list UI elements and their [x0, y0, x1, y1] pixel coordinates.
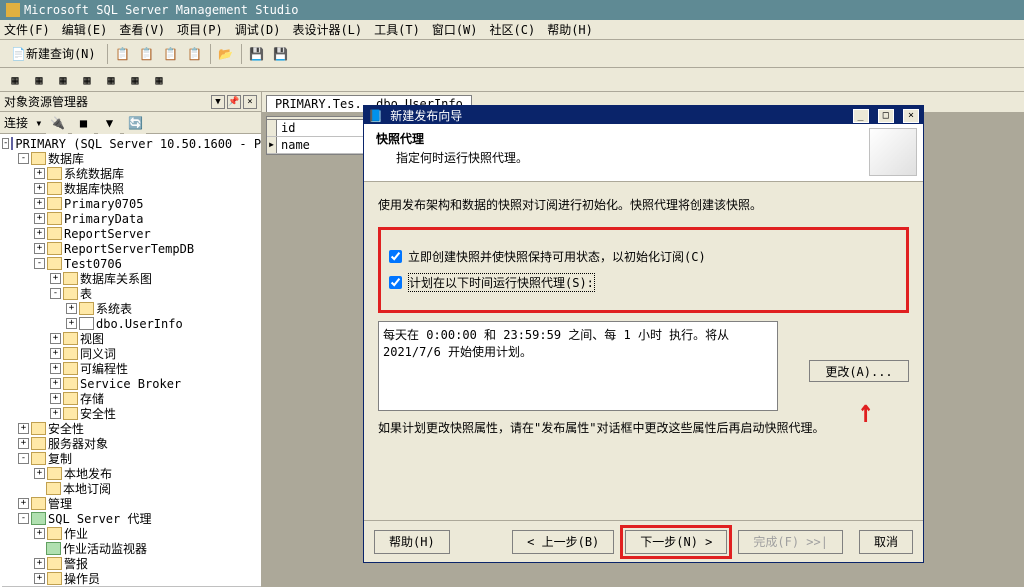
- explorer-toolbar: 连接 ▾ 🔌 ■ ▼ 🔄: [0, 112, 261, 134]
- tb2-2[interactable]: ▦: [28, 69, 50, 91]
- tb2-3[interactable]: ▦: [52, 69, 74, 91]
- chk-schedule-agent-label: 计划在以下时间运行快照代理(S):: [408, 273, 595, 292]
- tree-programmability[interactable]: 可编程性: [80, 360, 128, 377]
- explorer-tree[interactable]: -PRIMARY (SQL Server 10.50.1600 - PRIMAR…: [0, 134, 261, 587]
- new-query-button[interactable]: 📄 新建查询(N): [4, 43, 103, 65]
- save-icon[interactable]: 💾: [246, 43, 268, 65]
- annotation-arrow-icon: ↑: [858, 392, 873, 430]
- maximize-icon[interactable]: □: [878, 109, 894, 123]
- explorer-title: 对象资源管理器: [4, 93, 88, 110]
- cancel-button[interactable]: 取消: [859, 530, 913, 554]
- tb2-1[interactable]: ▦: [4, 69, 26, 91]
- minimize-icon[interactable]: _: [853, 109, 869, 123]
- chk-schedule-agent[interactable]: 计划在以下时间运行快照代理(S):: [389, 273, 898, 292]
- saveall-icon[interactable]: 💾: [270, 43, 292, 65]
- tree-rstemp[interactable]: ReportServerTempDB: [64, 242, 194, 256]
- chk-create-snapshot-label: 立即创建快照并使快照保持可用状态，以初始化订阅(C): [408, 248, 706, 265]
- next-highlight: 下一步(N) >: [620, 525, 732, 559]
- wizard-body: 使用发布架构和数据的快照对订阅进行初始化。快照代理将创建该快照。 立即创建快照并…: [364, 182, 923, 520]
- tree-systables[interactable]: 系统表: [96, 300, 132, 317]
- toolbar-sep: [241, 44, 242, 64]
- wizard-subheading: 指定何时运行快照代理。: [396, 149, 911, 166]
- menu-designer[interactable]: 表设计器(L): [292, 21, 362, 38]
- tree-tables[interactable]: 表: [80, 285, 92, 302]
- col-id[interactable]: id: [281, 121, 295, 135]
- menu-tools[interactable]: 工具(T): [374, 21, 420, 38]
- chk-create-snapshot[interactable]: 立即创建快照并使快照保持可用状态，以初始化订阅(C): [389, 248, 898, 265]
- tb2-7[interactable]: ▦: [148, 69, 170, 91]
- menu-window[interactable]: 窗口(W): [432, 21, 478, 38]
- wizard-footer: 帮助(H) < 上一步(B) 下一步(N) > 完成(F) >>| 取消: [364, 520, 923, 562]
- app-icon: [6, 3, 20, 17]
- tree-server[interactable]: PRIMARY (SQL Server 10.50.1600 - PRIMARY: [15, 137, 261, 151]
- exp-tb-1[interactable]: 🔌: [46, 112, 68, 134]
- menubar: 文件(F) 编辑(E) 查看(V) 项目(P) 调试(D) 表设计器(L) 工具…: [0, 20, 1024, 40]
- tb2-6[interactable]: ▦: [124, 69, 146, 91]
- chk-create-snapshot-input[interactable]: [389, 250, 402, 263]
- pin-icon[interactable]: 📌: [227, 95, 241, 109]
- toolbar-secondary: ▦ ▦ ▦ ▦ ▦ ▦ ▦: [0, 68, 1024, 92]
- menu-project[interactable]: 项目(P): [177, 21, 223, 38]
- close-icon[interactable]: ×: [903, 109, 919, 123]
- schedule-textbox: 每天在 0:00:00 和 23:59:59 之间、每 1 小时 执行。将从 2…: [378, 321, 778, 411]
- tb-icon3[interactable]: 📋: [160, 43, 182, 65]
- tree-p0705[interactable]: Primary0705: [64, 197, 143, 211]
- chk-schedule-agent-input[interactable]: [389, 276, 402, 289]
- menu-help[interactable]: 帮助(H): [547, 21, 593, 38]
- explorer-header: 对象资源管理器 ▼ 📌 ×: [0, 92, 261, 112]
- open-icon[interactable]: 📂: [215, 43, 237, 65]
- change-button[interactable]: 更改(A)...: [809, 360, 909, 382]
- tree-rs[interactable]: ReportServer: [64, 227, 151, 241]
- app-titlebar: Microsoft SQL Server Management Studio: [0, 0, 1024, 20]
- menu-view[interactable]: 查看(V): [119, 21, 165, 38]
- toolbar-main: 📄 新建查询(N) 📋 📋 📋 📋 📂 💾 💾: [0, 40, 1024, 68]
- wizard-heading: 快照代理: [376, 130, 911, 147]
- wizard-icon: 📘: [368, 109, 383, 123]
- wizard-page-icon: [869, 128, 917, 176]
- connect-dropdown[interactable]: 连接 ▾: [4, 114, 42, 131]
- tree-dbsnap[interactable]: 数据库快照: [64, 180, 124, 197]
- tb2-5[interactable]: ▦: [100, 69, 122, 91]
- tb-icon4[interactable]: 📋: [184, 43, 206, 65]
- wizard-intro: 使用发布架构和数据的快照对订阅进行初始化。快照代理将创建该快照。: [378, 196, 909, 213]
- close-icon[interactable]: ×: [243, 95, 257, 109]
- result-grid[interactable]: id ▸name: [266, 116, 366, 155]
- toolbar-sep: [210, 44, 211, 64]
- next-button[interactable]: 下一步(N) >: [625, 530, 727, 554]
- menu-edit[interactable]: 编辑(E): [62, 21, 108, 38]
- wizard-note: 如果计划更改快照属性，请在"发布属性"对话框中更改这些属性后再启动快照代理。: [378, 419, 909, 436]
- app-title: Microsoft SQL Server Management Studio: [24, 3, 299, 17]
- toolbar-sep: [107, 44, 108, 64]
- exp-tb-3[interactable]: ▼: [98, 112, 120, 134]
- checkbox-highlight-group: 立即创建快照并使快照保持可用状态，以初始化订阅(C) 计划在以下时间运行快照代理…: [378, 227, 909, 313]
- tree-sb[interactable]: Service Broker: [80, 377, 181, 391]
- tb2-4[interactable]: ▦: [76, 69, 98, 91]
- back-button[interactable]: < 上一步(B): [512, 530, 614, 554]
- wizard-titlebar[interactable]: 📘 新建发布向导 _ □ ×: [364, 106, 923, 124]
- tb-icon1[interactable]: 📋: [112, 43, 134, 65]
- wizard-header: 快照代理 指定何时运行快照代理。: [364, 124, 923, 182]
- tb-icon2[interactable]: 📋: [136, 43, 158, 65]
- wizard-title: 新建发布向导: [390, 109, 462, 123]
- help-button[interactable]: 帮助(H): [374, 530, 450, 554]
- menu-file[interactable]: 文件(F): [4, 21, 50, 38]
- tree-security[interactable]: 安全性: [80, 405, 116, 422]
- finish-button: 完成(F) >>|: [738, 530, 843, 554]
- tree-test[interactable]: Test0706: [64, 257, 122, 271]
- object-explorer-panel: 对象资源管理器 ▼ 📌 × 连接 ▾ 🔌 ■ ▼ 🔄 -PRIMARY (SQL…: [0, 92, 262, 587]
- exp-tb-4[interactable]: 🔄: [124, 112, 146, 134]
- tree-pdata[interactable]: PrimaryData: [64, 212, 143, 226]
- menu-community[interactable]: 社区(C): [490, 21, 536, 38]
- explorer-window-buttons: ▼ 📌 ×: [211, 95, 257, 109]
- tree-userinfo[interactable]: dbo.UserInfo: [96, 317, 183, 331]
- new-publication-wizard: 📘 新建发布向导 _ □ × 快照代理 指定何时运行快照代理。 使用发布架构和数…: [363, 105, 924, 563]
- menu-debug[interactable]: 调试(D): [235, 21, 281, 38]
- exp-tb-2[interactable]: ■: [72, 112, 94, 134]
- pin-icon[interactable]: ▼: [211, 95, 225, 109]
- col-name[interactable]: name: [281, 138, 310, 152]
